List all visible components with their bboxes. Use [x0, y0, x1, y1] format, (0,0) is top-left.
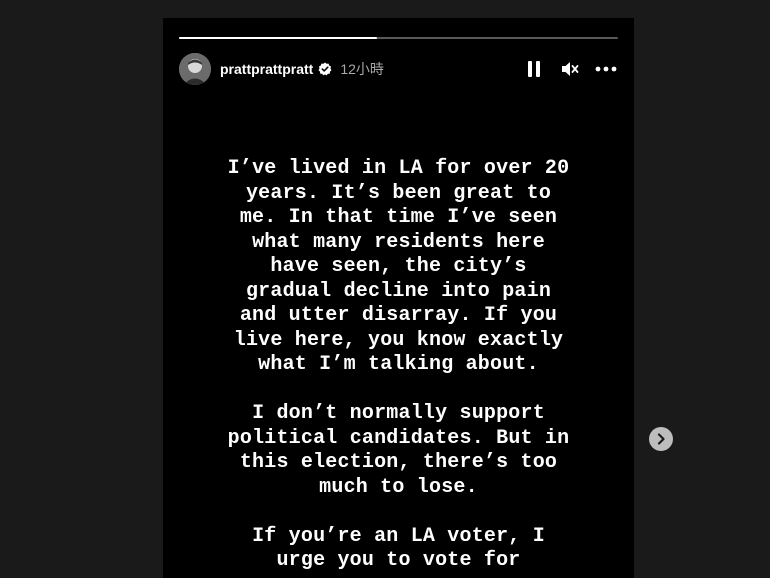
- story-progress-bar: [179, 37, 618, 39]
- story-text: I’ve lived in LA for over 20 years. It’s…: [163, 157, 634, 574]
- story-paragraph: If you’re an LA voter, I urge you to vot…: [252, 524, 545, 573]
- chevron-right-icon: [657, 433, 665, 445]
- more-options-icon[interactable]: [594, 57, 618, 81]
- avatar[interactable]: [179, 53, 211, 85]
- story-paragraph: I’ve lived in LA for over 20 years. It’s…: [227, 157, 570, 376]
- muted-speaker-icon[interactable]: [558, 57, 582, 81]
- verified-badge-icon: [318, 62, 332, 76]
- username[interactable]: prattprattpratt: [220, 61, 313, 77]
- story-header: prattprattpratt 12小時: [179, 52, 618, 86]
- story-controls: [522, 57, 618, 81]
- pause-icon[interactable]: [522, 57, 546, 81]
- story-viewer: prattprattpratt 12小時 I’ve lived in LA fo…: [163, 18, 634, 578]
- story-paragraph: I don’t normally support political candi…: [227, 402, 570, 499]
- story-timestamp: 12小時: [340, 61, 384, 77]
- next-story-button[interactable]: [649, 427, 673, 451]
- story-progress-fill: [179, 37, 377, 39]
